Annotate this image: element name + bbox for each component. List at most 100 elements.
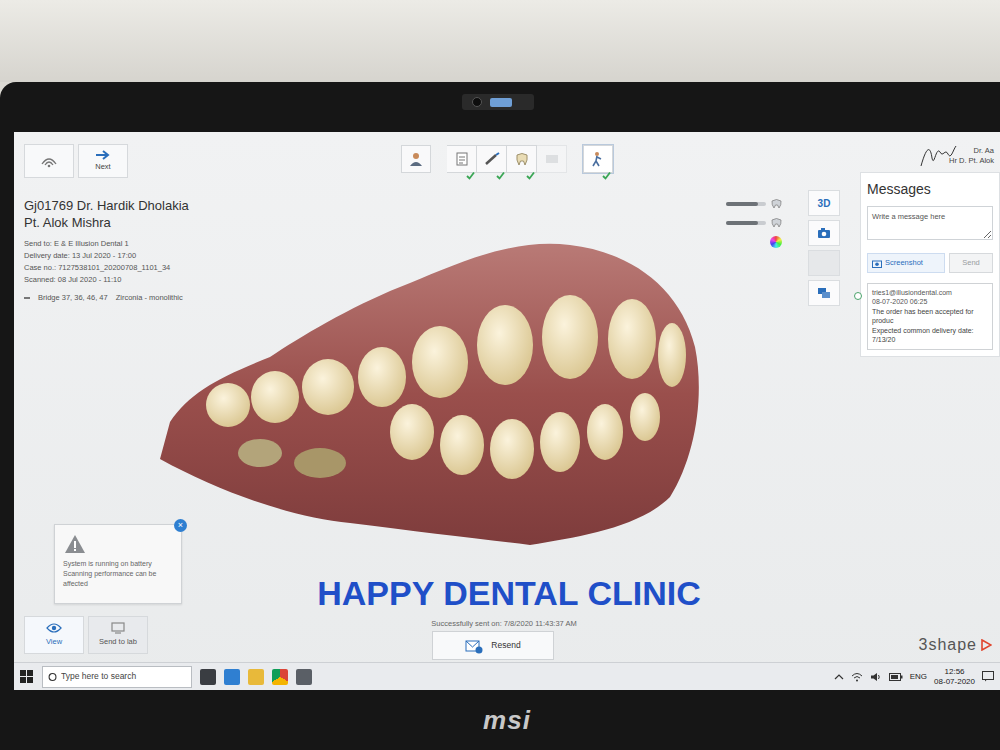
- brand-logo: 3shape: [860, 633, 1000, 662]
- notification-icon[interactable]: [982, 671, 994, 682]
- connection-button[interactable]: [24, 144, 74, 178]
- chrome-icon[interactable]: [272, 669, 288, 685]
- chevron-up-icon[interactable]: [834, 673, 844, 681]
- clock-date: 08-07-2020: [934, 677, 975, 686]
- slider-fill: [726, 221, 758, 225]
- view-mode-button[interactable]: View: [24, 616, 84, 654]
- signature-mark: [918, 138, 958, 172]
- system-tray: ENG 12:56 08-07-2020: [834, 667, 994, 685]
- clinic-watermark: HAPPY DENTAL CLINIC: [289, 568, 729, 619]
- battery-icon[interactable]: [889, 673, 903, 681]
- mail-icon[interactable]: [224, 669, 240, 685]
- case-detail: Scanned: 08 Jul 2020 - 11:10: [24, 274, 254, 286]
- clock[interactable]: 12:56 08-07-2020: [934, 667, 975, 685]
- check-icon: [602, 163, 611, 172]
- chat-tool-button[interactable]: [808, 280, 840, 306]
- toast-close-button[interactable]: ×: [174, 519, 187, 532]
- send-button[interactable]: Send: [949, 253, 993, 273]
- resend-button[interactable]: Resend: [432, 631, 554, 660]
- restoration-teeth: Bridge 37, 36, 46, 47: [38, 292, 108, 304]
- message-card: tries1@illusiondental.com08-07-2020 06:2…: [867, 283, 993, 350]
- model-step-icon: [514, 151, 530, 167]
- message-sender: tries1@illusiondental.com: [872, 288, 952, 297]
- blank-tool-button: [808, 250, 840, 276]
- task-view-icon[interactable]: [200, 669, 216, 685]
- send-step-icon: [590, 151, 606, 167]
- screenshot-button[interactable]: Screenshot: [867, 253, 945, 273]
- display-sliders: [726, 198, 782, 248]
- brand-name: 3shape: [919, 633, 978, 657]
- volume-icon[interactable]: [870, 672, 882, 682]
- case-detail: Send to: E & E Illusion Dental 1: [24, 238, 254, 250]
- toast-text: System is running on battery: [63, 559, 173, 569]
- order-step-icon: [454, 151, 470, 167]
- app-icon[interactable]: [296, 669, 312, 685]
- search-icon: [48, 672, 57, 682]
- message-text: The order has been accepted for produc: [872, 307, 988, 326]
- windows-start-icon[interactable]: [20, 670, 34, 684]
- workflow-step[interactable]: [583, 145, 613, 173]
- taskbar-search: [42, 666, 192, 688]
- app-window: Next Gj01769 Dr. Hardik Dholakia Pt. Alo…: [14, 132, 1000, 662]
- slider-track[interactable]: [726, 221, 766, 225]
- chat-icon: [817, 287, 831, 299]
- webcam: [462, 94, 534, 110]
- view-mode-button[interactable]: Send to lab: [88, 616, 148, 654]
- check-icon: [556, 163, 565, 172]
- case-details: Send to: E & E Illusion Dental 1Delivery…: [24, 238, 254, 286]
- tool-label: 3D: [818, 196, 831, 211]
- triangle-logo-icon: [980, 639, 992, 651]
- messages-column: Dr. AaHr D. Pt. Alok Messages Screenshot…: [860, 132, 1000, 662]
- tooth-opacity-icon: [771, 198, 782, 209]
- check-icon: [496, 163, 505, 172]
- network-icon[interactable]: [851, 672, 863, 682]
- wall-background: [0, 0, 1000, 82]
- monitor-icon: [110, 622, 126, 634]
- patient-step-icon: [408, 151, 424, 167]
- user-header: Dr. AaHr D. Pt. Alok: [860, 132, 1000, 172]
- patient-name: Pt. Alok Mishra: [24, 215, 254, 232]
- 3d-tool-button[interactable]: 3D: [808, 190, 840, 216]
- camera-tool-button[interactable]: [808, 220, 840, 246]
- dental-scan-model[interactable]: [150, 227, 730, 547]
- arrow-right-icon: [95, 149, 111, 161]
- toast-text: Scanning performance can be affected: [63, 569, 173, 589]
- workflow-step[interactable]: [537, 145, 567, 173]
- view-mode-label: Send to lab: [99, 636, 137, 647]
- language-indicator[interactable]: ENG: [910, 671, 927, 683]
- warning-icon: [63, 533, 87, 555]
- case-title: Gj01769 Dr. Hardik Dholakia: [24, 198, 254, 215]
- restoration-row[interactable]: Bridge 37, 36, 46, 47 Zirconia - monolit…: [24, 292, 254, 304]
- search-input[interactable]: [61, 670, 186, 683]
- camera-icon: [817, 227, 831, 239]
- case-detail: Case no.: 7127538101_20200708_1101_34: [24, 262, 254, 274]
- color-wheel-icon[interactable]: [770, 236, 782, 248]
- workflow-steps: [264, 132, 860, 178]
- view-mode-label: View: [46, 636, 62, 647]
- laptop-bezel: Next Gj01769 Dr. Hardik Dholakia Pt. Alo…: [0, 82, 1000, 750]
- display-slider[interactable]: [726, 198, 782, 209]
- screen: Next Gj01769 Dr. Hardik Dholakia Pt. Alo…: [14, 132, 1000, 690]
- workflow-step[interactable]: [447, 145, 477, 173]
- check-icon: [420, 163, 429, 172]
- next-button[interactable]: Next: [78, 144, 128, 178]
- message-input[interactable]: [867, 206, 993, 240]
- screenshot-label: Screenshot: [885, 257, 923, 268]
- workflow-step[interactable]: [401, 145, 431, 173]
- display-slider[interactable]: [726, 217, 782, 228]
- tooth-opacity-icon: [771, 217, 782, 228]
- case-panel: Next Gj01769 Dr. Hardik Dholakia Pt. Alo…: [14, 132, 264, 662]
- workflow-step[interactable]: [477, 145, 507, 173]
- scan-step-icon: [484, 151, 500, 167]
- send-label: Send: [962, 257, 980, 268]
- workflow-step[interactable]: [507, 145, 537, 173]
- user-line: Hr D. Pt. Alok: [860, 156, 994, 166]
- sent-status: Successfully sent on: 7/8/2020 11:43:37 …: [304, 618, 704, 629]
- file-explorer-icon[interactable]: [248, 669, 264, 685]
- slider-track[interactable]: [726, 202, 766, 206]
- check-icon: [466, 163, 475, 172]
- resend-label: Resend: [491, 639, 520, 652]
- viewer-area: 3D HAPPY DENTAL CLINIC Successfully sent…: [264, 132, 860, 662]
- slider-fill: [726, 202, 758, 206]
- next-label: Next: [95, 161, 110, 172]
